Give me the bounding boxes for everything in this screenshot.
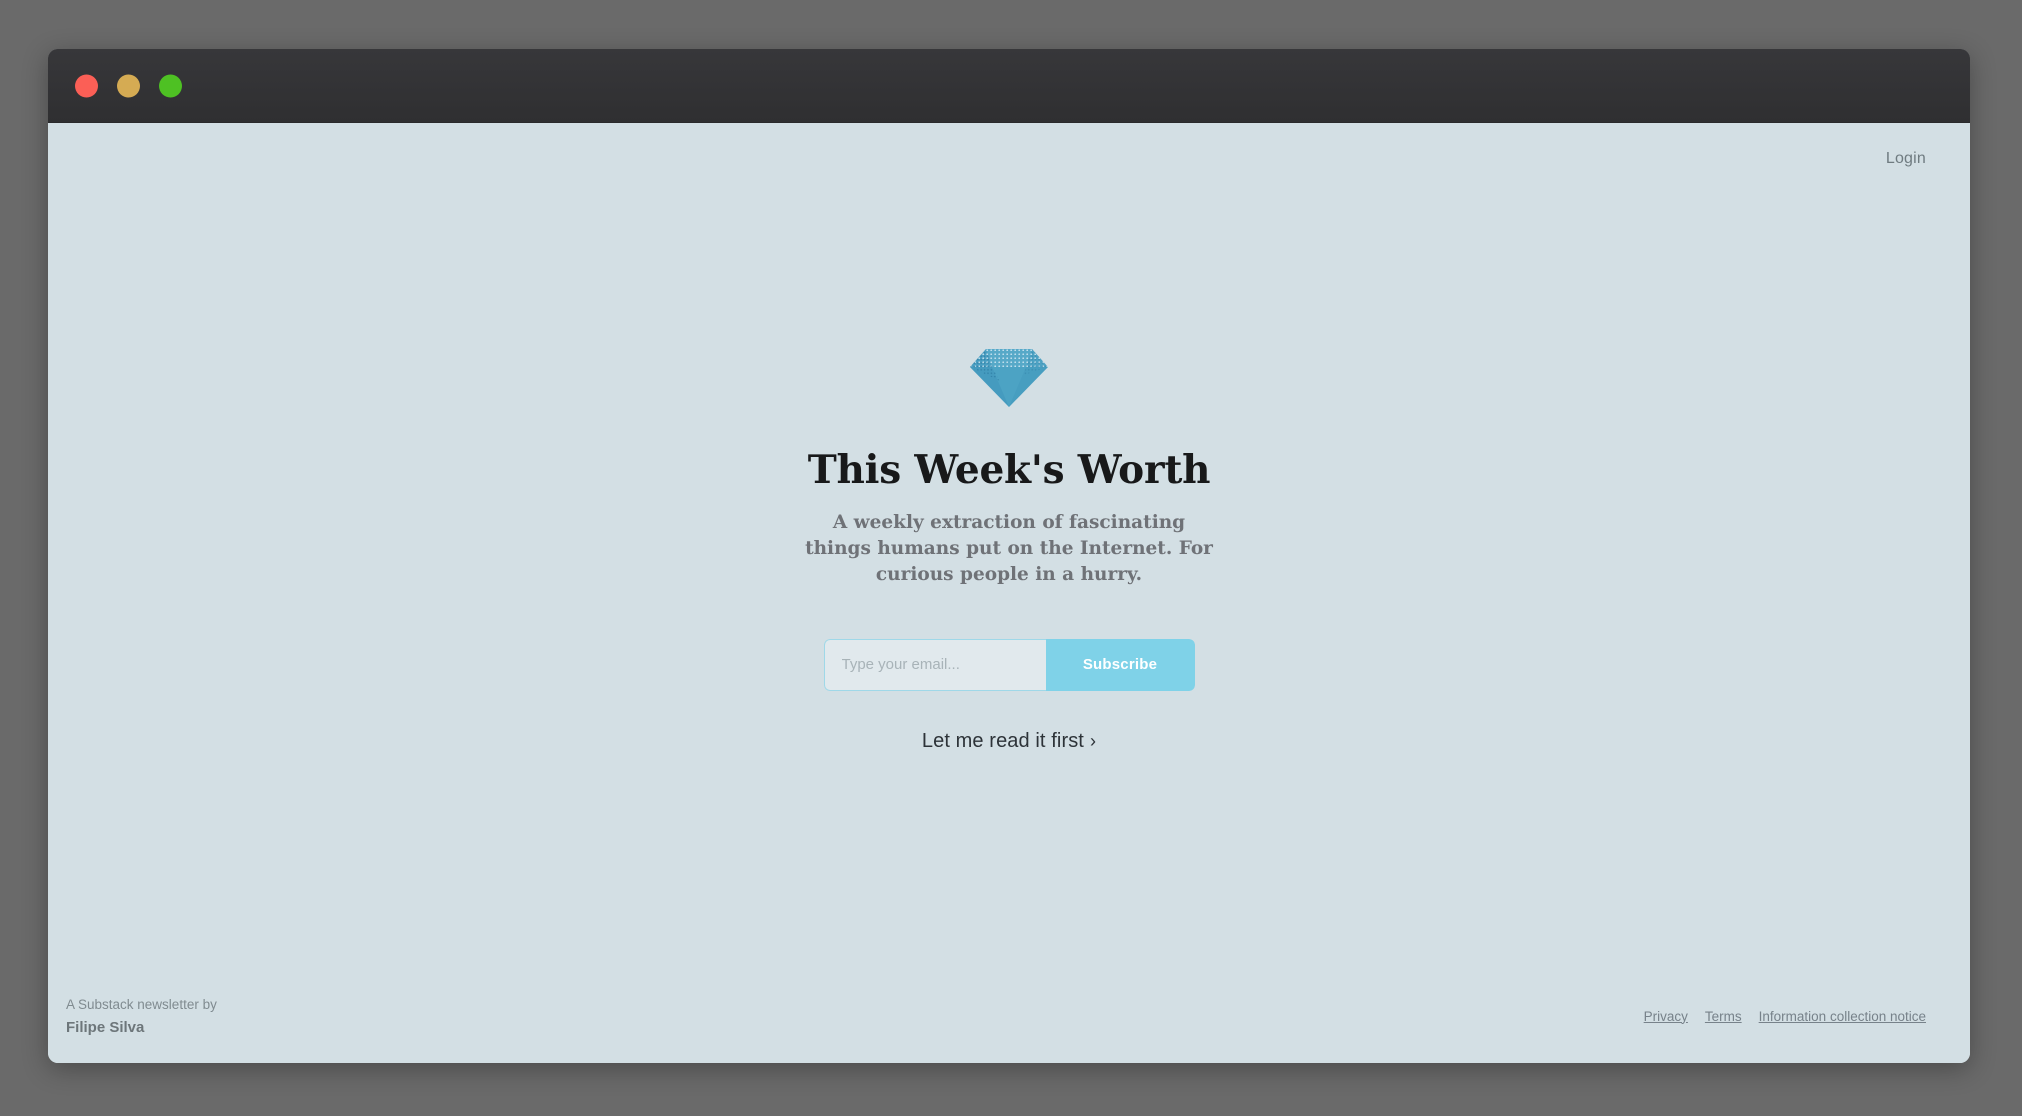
- window-titlebar: [48, 49, 1970, 123]
- read-it-first-label: Let me read it first: [921, 729, 1084, 752]
- subscribe-button[interactable]: Subscribe: [1045, 638, 1195, 691]
- email-input[interactable]: [823, 638, 1046, 691]
- diamond-icon: [970, 345, 1048, 407]
- information-collection-notice-link[interactable]: Information collection notice: [1759, 1009, 1926, 1024]
- maximize-window-button[interactable]: [159, 74, 182, 97]
- privacy-link[interactable]: Privacy: [1644, 1009, 1688, 1024]
- browser-window: Login This Week's Worth A weekly extract…: [48, 49, 1970, 1063]
- author-name: Filipe Silva: [66, 1018, 145, 1036]
- terms-link[interactable]: Terms: [1705, 1009, 1742, 1024]
- close-window-button[interactable]: [75, 74, 98, 97]
- page-title: This Week's Worth: [807, 447, 1211, 493]
- top-navigation-bar: Login: [48, 123, 1970, 195]
- hero-section: This Week's Worth A weekly extraction of…: [48, 345, 1970, 753]
- read-it-first-link[interactable]: Let me read it first ›: [922, 730, 1096, 753]
- chevron-right-icon: ›: [1089, 731, 1097, 752]
- byline-prefix: A Substack newsletter by: [66, 997, 217, 1013]
- login-link[interactable]: Login: [1886, 150, 1926, 168]
- subscribe-form: Subscribe: [823, 638, 1195, 691]
- legal-links: Privacy Terms Information collection not…: [1644, 1009, 1926, 1026]
- newsletter-landing-page: Login This Week's Worth A weekly extract…: [48, 123, 1970, 1063]
- traffic-light-controls: [75, 74, 182, 97]
- minimize-window-button[interactable]: [117, 74, 140, 97]
- publication-description: A weekly extraction of fascinating thing…: [805, 511, 1213, 586]
- page-footer: A Substack newsletter by Filipe Silva Pr…: [48, 971, 1970, 1063]
- byline: A Substack newsletter by Filipe Silva: [66, 995, 217, 1038]
